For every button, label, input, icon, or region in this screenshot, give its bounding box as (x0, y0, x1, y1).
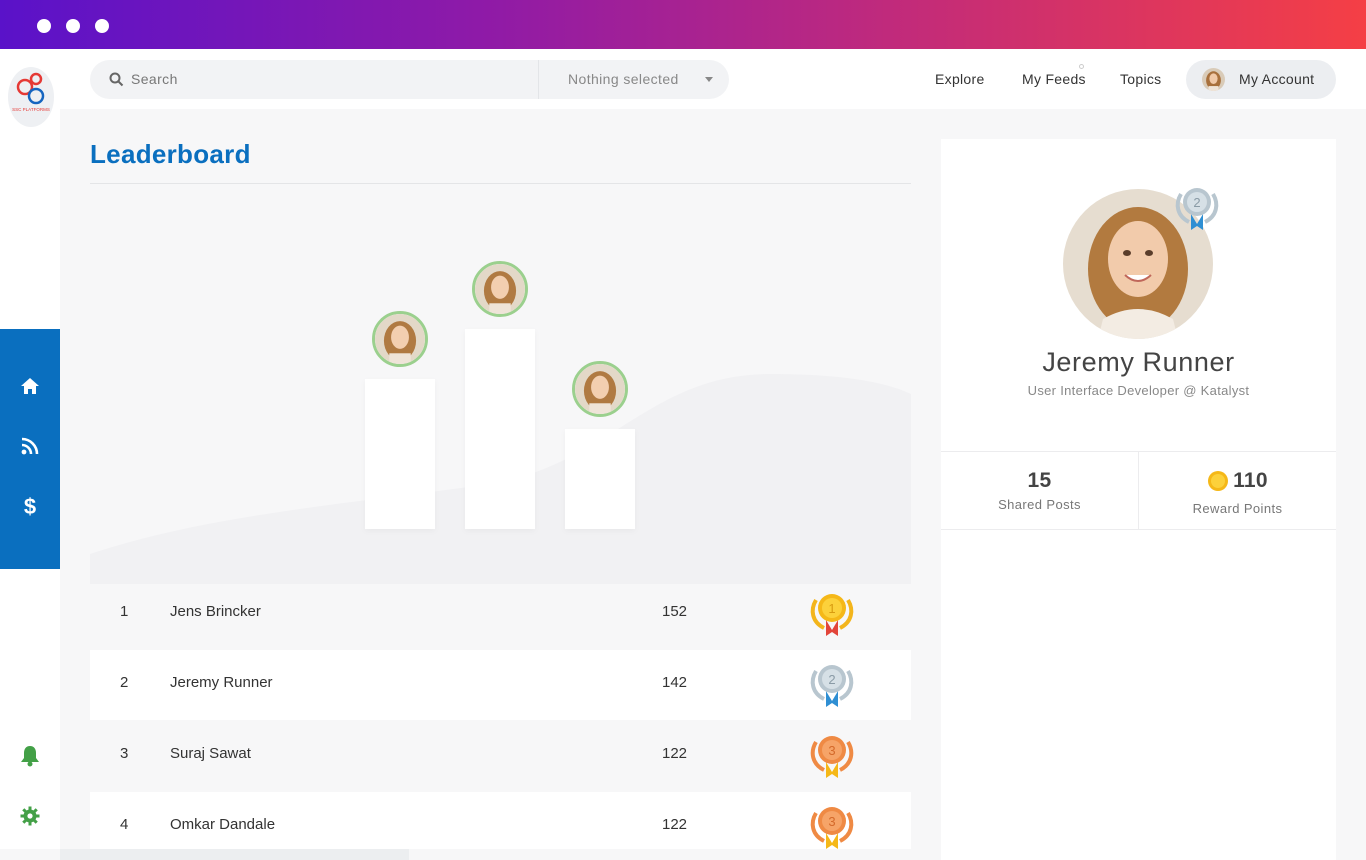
window-dot[interactable] (95, 19, 109, 33)
shared-posts-value: 15 (1027, 469, 1052, 492)
rank-badge-number: 2 (1193, 195, 1200, 210)
stat-shared-posts[interactable]: 15 Shared Posts (941, 469, 1138, 512)
row-rank: 1 (120, 603, 129, 620)
profile-card: 2 Jeremy Runner User Interface Developer… (941, 139, 1336, 860)
silver-medal-icon: 2 (810, 665, 854, 707)
table-row[interactable]: 3 Suraj Sawat 122 3 (90, 721, 911, 791)
row-name[interactable]: Jens Brincker (170, 603, 261, 620)
logo-text: SSC PLATFORMS (12, 107, 50, 112)
podium-avatar-first[interactable] (472, 261, 528, 317)
search-divider (538, 60, 539, 99)
filter-select[interactable]: Nothing selected (568, 71, 679, 87)
podium-bar-third (565, 429, 635, 529)
svg-text:1: 1 (828, 601, 835, 616)
search-bar: Search Nothing selected (90, 60, 729, 99)
avatar (1202, 68, 1225, 91)
svg-text:2: 2 (828, 672, 835, 687)
podium-avatar-second[interactable] (372, 311, 428, 367)
table-row[interactable]: 2 Jeremy Runner 142 2 (90, 650, 911, 720)
profile-role: User Interface Developer @ Katalyst (1027, 383, 1250, 398)
page-title: Leaderboard (90, 139, 251, 169)
left-rail: SSC PLATFORMS $ (0, 49, 60, 849)
chevron-down-icon[interactable] (705, 77, 713, 82)
rank-badge-icon: 2 (1175, 188, 1219, 230)
horizontal-scrollbar[interactable] (60, 849, 409, 860)
row-rank: 4 (120, 816, 129, 833)
table-row[interactable]: 4 Omkar Dandale 122 3 (90, 792, 911, 849)
bronze-medal-icon: 3 (810, 807, 854, 849)
nav-my-feeds[interactable]: My Feeds (1022, 71, 1086, 87)
bronze-medal-icon: 3 (810, 736, 854, 778)
row-score: 152 (662, 603, 688, 620)
brand-logo[interactable]: SSC PLATFORMS (8, 67, 54, 127)
row-name[interactable]: Jeremy Runner (170, 674, 273, 691)
reward-points-label: Reward Points (1192, 501, 1283, 516)
bell-icon (21, 746, 39, 767)
window-titlebar (0, 0, 1366, 49)
dollar-icon: $ (24, 494, 36, 518)
podium (90, 184, 911, 584)
top-header: Search Nothing selected Explore My Feeds… (60, 49, 1366, 109)
svg-text:3: 3 (828, 814, 835, 829)
podium-bar-second (365, 379, 435, 529)
home-icon (21, 378, 39, 394)
account-button[interactable]: My Account (1186, 60, 1336, 99)
reward-points-value: 110 (1233, 469, 1268, 492)
podium-avatar-third[interactable] (572, 361, 628, 417)
row-score: 122 (662, 745, 688, 762)
search-icon (109, 72, 124, 87)
nav-explore[interactable]: Explore (935, 71, 985, 87)
rail-feeds-button[interactable] (0, 416, 60, 476)
row-name[interactable]: Omkar Dandale (170, 816, 275, 833)
row-rank: 3 (120, 745, 129, 762)
nav-topics[interactable]: Topics (1120, 71, 1161, 87)
gold-medal-icon: 1 (810, 594, 854, 636)
row-rank: 2 (120, 674, 129, 691)
row-name[interactable]: Suraj Sawat (170, 745, 251, 762)
rail-rewards-button[interactable]: $ (0, 476, 60, 536)
svg-text:$: $ (24, 494, 36, 518)
account-label: My Account (1239, 71, 1315, 87)
rail-home-button[interactable] (0, 356, 60, 416)
stat-reward-points[interactable]: 110 Reward Points (1139, 469, 1336, 516)
window-dot[interactable] (66, 19, 80, 33)
row-score: 142 (662, 674, 688, 691)
profile-name: Jeremy Runner (1042, 347, 1235, 377)
stats-divider-bottom (941, 529, 1336, 530)
table-row[interactable]: 1 Jens Brincker 152 1 (90, 579, 911, 649)
rss-icon (21, 437, 39, 455)
window-dot[interactable] (37, 19, 51, 33)
coin-icon (1208, 471, 1229, 491)
row-score: 122 (662, 816, 688, 833)
search-input[interactable]: Search (131, 71, 178, 87)
feeds-indicator (1079, 64, 1084, 69)
svg-text:3: 3 (828, 743, 835, 758)
rail-notifications-button[interactable] (0, 736, 60, 776)
podium-bar-first (465, 329, 535, 529)
shared-posts-label: Shared Posts (998, 497, 1081, 512)
rail-nav: $ (0, 329, 60, 569)
gear-icon (20, 806, 40, 826)
rail-settings-button[interactable] (0, 796, 60, 836)
